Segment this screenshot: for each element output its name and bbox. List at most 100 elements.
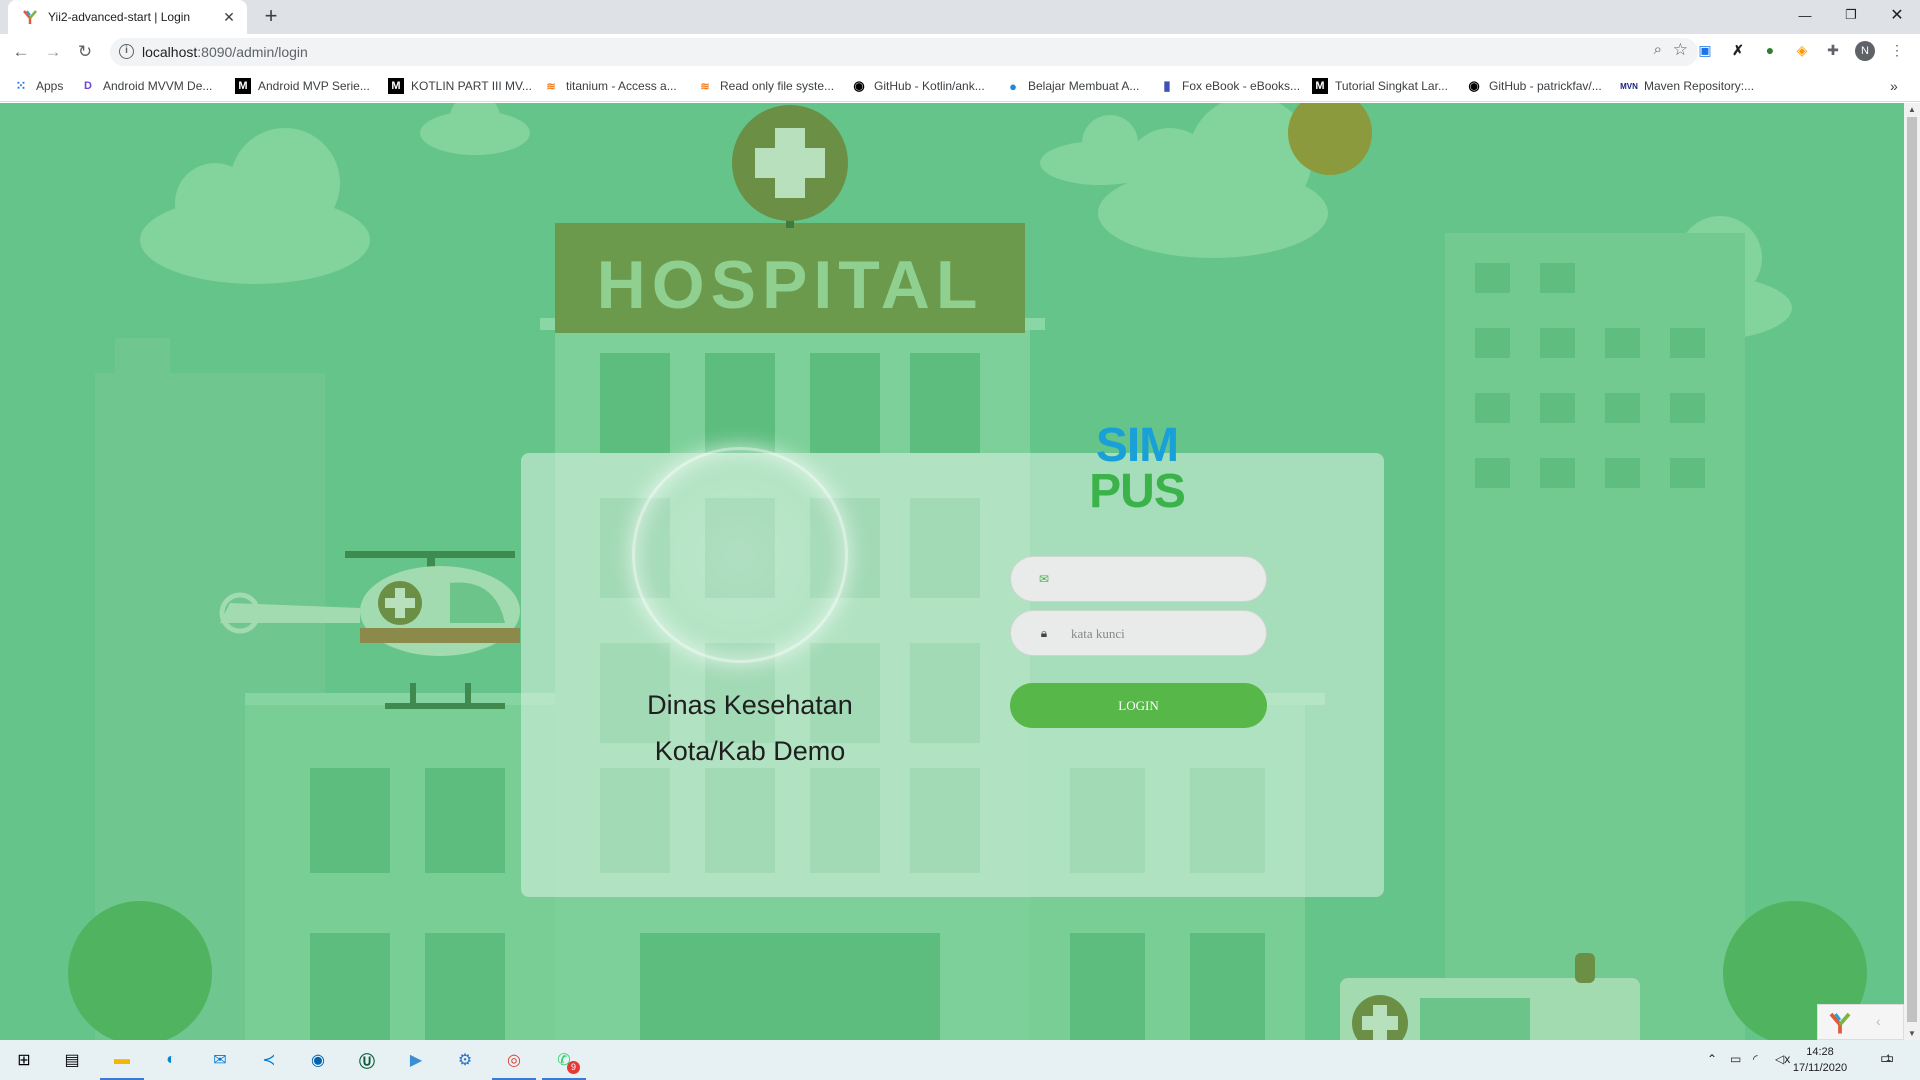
bookmark-item[interactable]: ▮ Fox eBook - eBooks... — [1159, 78, 1300, 94]
building-left-chimney — [115, 338, 170, 378]
github-icon: ◉ — [1468, 78, 1480, 93]
menu-dots-icon[interactable]: ⋮ — [1887, 40, 1907, 60]
page-scrollbar[interactable]: ▲ ▼ — [1904, 103, 1920, 1040]
extension-x-icon[interactable]: ✗ — [1728, 40, 1748, 60]
windows-taskbar: ⊞ ▤ ▬ ◐ ✉ ≺ ◉ Ⓤ ▶ ⚙ ◎ ✆ 9 ⌃ ▭ ◜ ◁x 14:28 … — [0, 1040, 1920, 1080]
d-icon: D — [84, 80, 92, 92]
bookmark-label: Fox eBook - eBooks... — [1182, 79, 1301, 93]
minimize-icon[interactable]: — — [1782, 0, 1828, 30]
whatsapp-icon[interactable]: ✆ 9 — [542, 1046, 586, 1080]
volume-muted-icon[interactable]: ◁x — [1775, 1052, 1790, 1066]
bookmark-item[interactable]: ≋ Read only file syste... — [697, 78, 834, 94]
tray-chevron-icon[interactable]: ⌃ — [1707, 1052, 1717, 1066]
bookmark-item[interactable]: M KOTLIN PART III MV... — [388, 78, 532, 94]
clock-date: 17/11/2020 — [1792, 1062, 1848, 1074]
yii-favicon-icon — [23, 10, 37, 24]
login-button[interactable]: LOGIN — [1010, 683, 1267, 728]
task-view-icon[interactable]: ▤ — [58, 1046, 86, 1074]
reload-icon[interactable]: ↻ — [69, 36, 101, 68]
yii-debug-toolbar[interactable]: ‹ — [1817, 1004, 1904, 1040]
organization-line-2: Kota/Kab Demo — [654, 736, 846, 766]
bookmark-item[interactable]: ◉ GitHub - patrickfav/... — [1466, 78, 1601, 94]
apps-grid-icon: ⁙ — [15, 78, 27, 93]
stack-icon: ≋ — [700, 80, 710, 93]
password-field[interactable]: 🔒︎ — [1010, 610, 1267, 656]
email-input[interactable] — [1071, 568, 1251, 592]
globe-icon: ● — [1009, 78, 1017, 94]
bookmark-label: Android MVP Serie... — [258, 79, 370, 93]
system-clock[interactable]: 14:28 17/11/2020 — [1790, 1044, 1850, 1076]
address-bar[interactable]: i localhost:8090/admin/login ⌕ ☆ — [110, 38, 1698, 66]
bookmarks-bar: ⁙ Apps D Android MVVM De... M Android MVP S… — [0, 70, 1920, 102]
bookmark-item[interactable]: ● Belajar Membuat A... — [1005, 78, 1139, 94]
upwork-icon[interactable]: Ⓤ — [353, 1046, 381, 1074]
bookmark-item[interactable]: ≋ titanium - Access a... — [543, 78, 676, 94]
password-input[interactable] — [1071, 622, 1251, 646]
bookmarks-overflow-icon[interactable]: » — [1890, 78, 1898, 94]
zoom-icon[interactable]: ⌕ — [1654, 41, 1662, 58]
bookmark-star-icon[interactable]: ☆ — [1673, 40, 1688, 60]
scroll-up-icon[interactable]: ▲ — [1908, 105, 1916, 114]
file-explorer-icon[interactable]: ▬ — [100, 1046, 144, 1080]
lock-icon: 🔒︎ — [1040, 626, 1048, 640]
close-window-icon[interactable]: ✕ — [1874, 0, 1920, 30]
network-icon[interactable]: ◜ — [1753, 1052, 1758, 1066]
scroll-down-icon[interactable]: ▼ — [1908, 1029, 1916, 1038]
extension-square-icon[interactable]: ◈ — [1792, 40, 1812, 60]
browser-toolbar: ← → ↻ i localhost:8090/admin/login ⌕ ☆ — [0, 34, 1920, 70]
bookmark-label: KOTLIN PART III MV... — [411, 79, 532, 93]
bookmark-label: GitHub - Kotlin/ank... — [874, 79, 985, 93]
bookmark-label: Tutorial Singkat Lar... — [1335, 79, 1448, 93]
restore-icon[interactable]: ❐ — [1828, 0, 1874, 30]
organization-line-1: Dinas Kesehatan — [647, 690, 853, 720]
email-field[interactable]: ✉ — [1010, 556, 1267, 602]
extension-screen-icon[interactable]: ▣ — [1695, 40, 1715, 60]
chrome-icon[interactable]: ◎ — [492, 1046, 536, 1080]
extensions-puzzle-icon[interactable]: ✚ — [1823, 40, 1843, 60]
mail-icon[interactable]: ✉ — [206, 1046, 234, 1074]
new-tab-button[interactable]: + — [259, 5, 283, 29]
logo-text-line-2: PUS — [1089, 465, 1185, 509]
tree-icon — [68, 901, 212, 1040]
bookmark-item[interactable]: M Android MVP Serie... — [235, 78, 370, 94]
tab-title: Yii2-advanced-start | Login — [48, 10, 191, 24]
maps-icon[interactable]: ◉ — [304, 1046, 332, 1074]
organization-name: Dinas Kesehatan Kota/Kab Demo — [600, 682, 900, 774]
notifications-icon[interactable]: ▭ 1 — [1880, 1049, 1894, 1067]
github-icon: ◉ — [853, 78, 865, 93]
media-icon[interactable]: ▶ — [402, 1046, 430, 1074]
bookmark-item[interactable]: M Tutorial Singkat Lar... — [1312, 78, 1448, 94]
bookmark-label: Maven Repository:... — [1644, 79, 1755, 93]
bookmark-apps[interactable]: ⁙ Apps — [13, 78, 64, 94]
browser-tab[interactable]: Yii2-advanced-start | Login ✕ — [8, 0, 247, 34]
battery-icon[interactable]: ▭ — [1730, 1052, 1741, 1066]
edge-icon[interactable]: ◐ — [157, 1046, 185, 1074]
maven-icon: MVN — [1620, 81, 1638, 91]
forward-arrow-icon[interactable]: → — [37, 36, 69, 68]
book-icon: ▮ — [1163, 78, 1171, 93]
windows-start-icon[interactable]: ⊞ — [10, 1046, 38, 1074]
tab-close-icon[interactable]: ✕ — [221, 9, 237, 26]
back-arrow-icon[interactable]: ← — [5, 36, 37, 68]
medium-icon: M — [388, 78, 404, 94]
bookmark-label: Belajar Membuat A... — [1028, 79, 1140, 93]
collapse-chevron-icon[interactable]: ‹ — [1876, 1013, 1881, 1029]
stack-icon: ≋ — [546, 80, 556, 93]
bookmark-item[interactable]: MVN Maven Repository:... — [1620, 78, 1755, 94]
bookmark-item[interactable]: D Android MVVM De... — [80, 78, 212, 94]
url-host: localhost — [142, 44, 198, 60]
settings-doc-icon[interactable]: ⚙ — [451, 1046, 479, 1074]
clock-time: 14:28 — [1806, 1046, 1834, 1058]
medium-icon: M — [235, 78, 251, 94]
site-info-icon[interactable]: i — [119, 44, 134, 59]
vscode-icon[interactable]: ≺ — [255, 1046, 283, 1074]
url-path: :8090/admin/login — [197, 44, 308, 60]
emblem-circle — [632, 447, 848, 663]
simpus-logo: SIM PUS — [1089, 419, 1186, 509]
medium-icon: M — [1312, 78, 1328, 94]
extension-globe-icon[interactable]: ● — [1760, 40, 1780, 60]
profile-avatar[interactable]: N — [1855, 41, 1875, 61]
bookmark-item[interactable]: ◉ GitHub - Kotlin/ank... — [851, 78, 985, 94]
bookmark-label: Android MVVM De... — [103, 79, 213, 93]
scroll-thumb[interactable] — [1907, 117, 1917, 1022]
